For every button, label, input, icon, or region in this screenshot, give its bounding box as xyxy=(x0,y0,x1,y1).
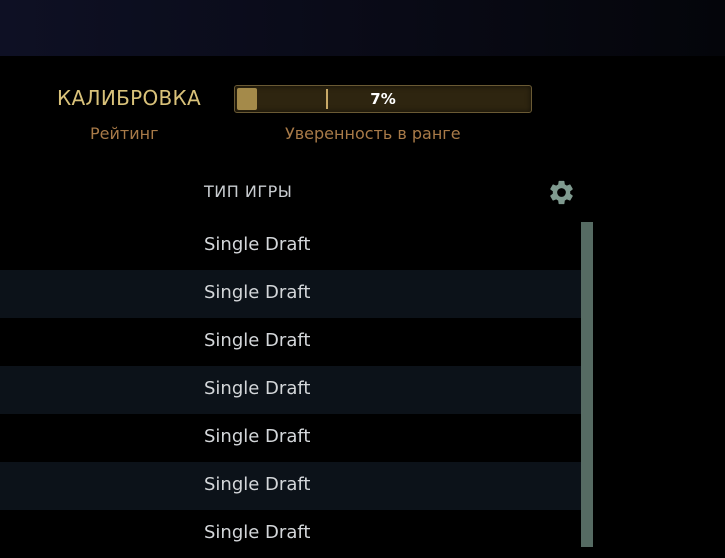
calibration-title: КАЛИБРОВКА xyxy=(57,86,202,110)
game-type-cell: Single Draft xyxy=(204,234,311,255)
match-list: Single Draft Single Draft Single Draft S… xyxy=(0,222,581,558)
match-row[interactable]: Single Draft xyxy=(0,222,581,270)
match-row[interactable]: Single Draft xyxy=(0,366,581,414)
game-type-cell: Single Draft xyxy=(204,378,311,399)
match-row[interactable]: Single Draft xyxy=(0,414,581,462)
game-type-cell: Single Draft xyxy=(204,282,311,303)
game-type-column-header: ТИП ИГРЫ xyxy=(204,182,293,201)
gear-icon[interactable] xyxy=(547,178,576,207)
match-row[interactable]: Single Draft xyxy=(0,462,581,510)
rank-confidence-label: Уверенность в ранге xyxy=(285,124,461,143)
rank-confidence-bar: 7% xyxy=(234,85,532,113)
rating-label: Рейтинг xyxy=(90,124,159,143)
scrollbar-thumb[interactable] xyxy=(581,222,593,547)
game-type-cell: Single Draft xyxy=(204,330,311,351)
top-banner xyxy=(0,0,725,56)
rank-confidence-value: 7% xyxy=(370,90,396,108)
list-scrollbar[interactable] xyxy=(581,222,593,547)
match-row[interactable]: Single Draft xyxy=(0,270,581,318)
game-type-cell: Single Draft xyxy=(204,474,311,495)
match-row[interactable]: Single Draft xyxy=(0,318,581,366)
match-row[interactable]: Single Draft xyxy=(0,510,581,558)
game-type-cell: Single Draft xyxy=(204,522,311,543)
game-type-cell: Single Draft xyxy=(204,426,311,447)
